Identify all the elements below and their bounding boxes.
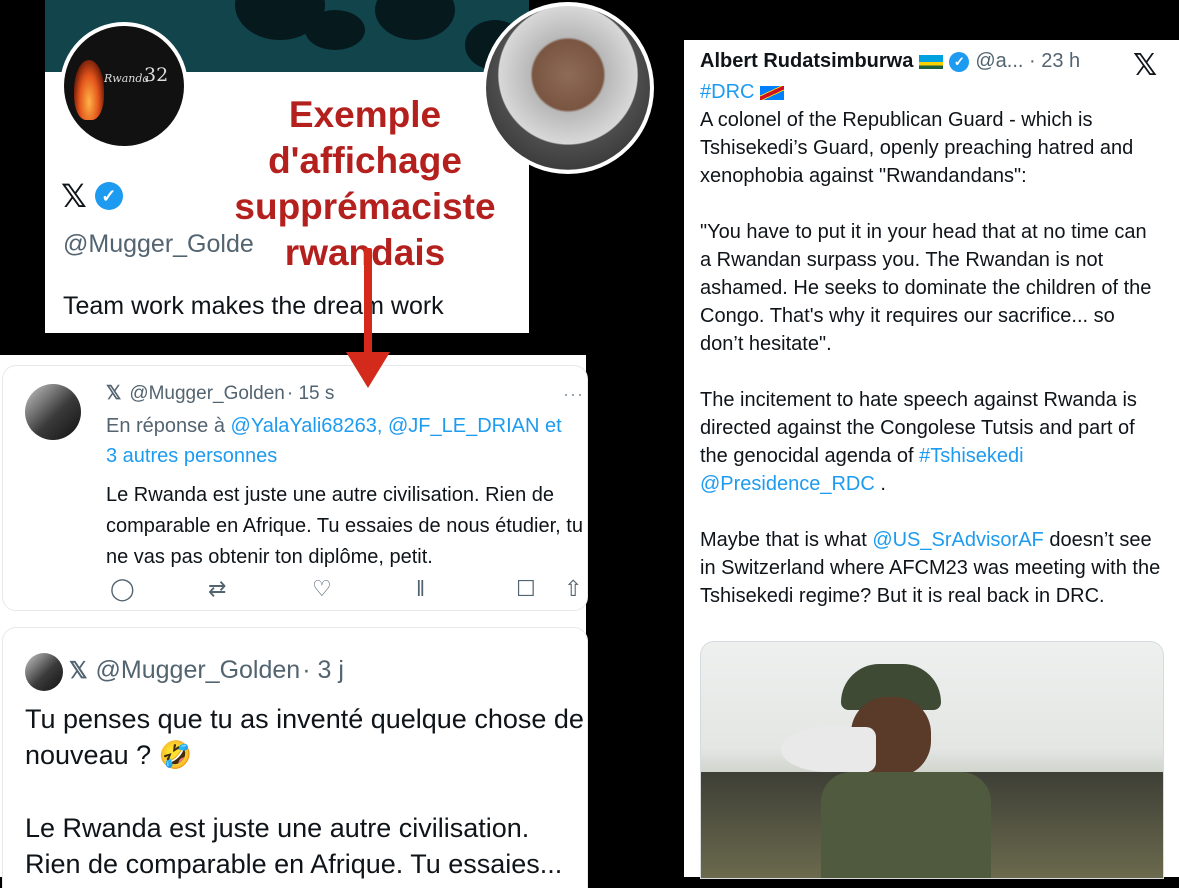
tweet-punctuation: .: [880, 473, 886, 495]
profile-avatar[interactable]: Rwanda 32: [60, 22, 188, 150]
red-arrow-head-icon: [346, 352, 390, 388]
drc-flag-icon: [760, 85, 785, 100]
tweet-header: 𝕏 @Mugger_Golden · 15 s: [106, 382, 334, 405]
rwanda-flag-icon: [919, 54, 944, 69]
author-photo: [486, 6, 650, 170]
author-avatar[interactable]: [482, 2, 654, 174]
tweet-paragraph: Maybe that is what: [700, 529, 867, 551]
avatar[interactable]: [25, 653, 63, 691]
tweet-paragraph: A colonel of the Republican Guard - whic…: [700, 109, 1134, 187]
x-logo-icon: 𝕏: [61, 177, 87, 215]
mention-presidence-rdc[interactable]: @Presidence_RDC: [700, 473, 875, 495]
reply-icon[interactable]: ◯: [110, 576, 135, 602]
avatar-logo-number: 32: [144, 64, 169, 86]
soldier-uniform-shape: [821, 772, 991, 878]
tweet-header: Albert Rudatsimburwa ✓ @a... · 23 h: [700, 50, 1080, 73]
tweet-handle[interactable]: @Mugger_Golden: [129, 383, 285, 405]
mention-us-sradvisoraf[interactable]: @US_SrAdvisorAF: [872, 529, 1043, 551]
red-arrow-shaft: [364, 248, 372, 366]
x-logo-icon: 𝕏: [69, 657, 88, 683]
share-icon[interactable]: ⇧: [564, 576, 582, 602]
avatar[interactable]: [25, 384, 81, 440]
megaphone-shape: [781, 727, 876, 772]
retweet-icon[interactable]: ⇄: [208, 576, 226, 602]
tweet-time[interactable]: · 3 j: [302, 656, 344, 685]
flame-icon: [74, 60, 104, 120]
author-name[interactable]: Albert Rudatsimburwa: [700, 50, 913, 73]
profile-bio: Team work makes the dream work: [63, 292, 444, 320]
tweet-text: Le Rwanda est juste une autre civilisati…: [106, 484, 583, 568]
action-bar: ◯ ⇄ ♡ ‖ ☐ ⇧: [106, 576, 586, 602]
tweet-body: #DRC A colonel of the Republican Guard -…: [700, 78, 1162, 610]
video-thumbnail[interactable]: [700, 641, 1164, 879]
hashtag-drc[interactable]: #DRC: [700, 81, 754, 103]
reply-targets-link[interactable]: @YalaYali68263, @JF_LE_DRIAN et: [231, 415, 562, 437]
hashtag-tshisekedi[interactable]: #Tshisekedi: [919, 445, 1024, 467]
x-logo-icon: 𝕏: [106, 383, 122, 404]
avatar-logo-text: Rwanda: [104, 72, 149, 85]
tweet-handle-time[interactable]: @a... · 23 h: [975, 50, 1080, 73]
profile-name-row: 𝕏 ✓: [61, 178, 123, 214]
reply-more-link[interactable]: 3 autres personnes: [106, 445, 277, 467]
more-options-icon[interactable]: ···: [563, 384, 584, 405]
reply-prefix: En réponse à: [106, 415, 225, 437]
caption-line: Exemple: [283, 93, 447, 137]
reply-panel: 𝕏 @Mugger_Golden · 15 s ··· En réponse à…: [0, 355, 588, 888]
caption-line: supprémaciste: [229, 185, 501, 229]
tweet-text: Tu penses que tu as inventé quelque chos…: [25, 704, 584, 770]
verified-badge-icon: ✓: [949, 51, 970, 72]
reply-tweet[interactable]: 𝕏 @Mugger_Golden · 15 s ··· En réponse à…: [2, 365, 588, 611]
tweet-handle[interactable]: @Mugger_Golden: [96, 656, 301, 685]
verified-badge-icon: ✓: [94, 182, 123, 210]
caption-line: d'affichage: [263, 139, 467, 183]
tweet-header: 𝕏 @Mugger_Golden · 3 j: [69, 656, 344, 685]
views-icon[interactable]: ‖: [416, 576, 425, 602]
bookmark-icon[interactable]: ☐: [516, 576, 536, 602]
tweet-time[interactable]: · 15 s: [287, 383, 335, 405]
tweet-paragraph: "You have to put it in your head that at…: [700, 221, 1152, 355]
like-icon[interactable]: ♡: [312, 576, 332, 602]
second-tweet[interactable]: 𝕏 @Mugger_Golden · 3 j Tu penses que tu …: [2, 627, 588, 888]
banner-shape: [305, 10, 365, 50]
reply-context: En réponse à @YalaYali68263, @JF_LE_DRIA…: [106, 411, 586, 471]
tweet-text: Le Rwanda est juste une autre civilisati…: [25, 813, 563, 879]
banner-shape: [375, 0, 455, 40]
